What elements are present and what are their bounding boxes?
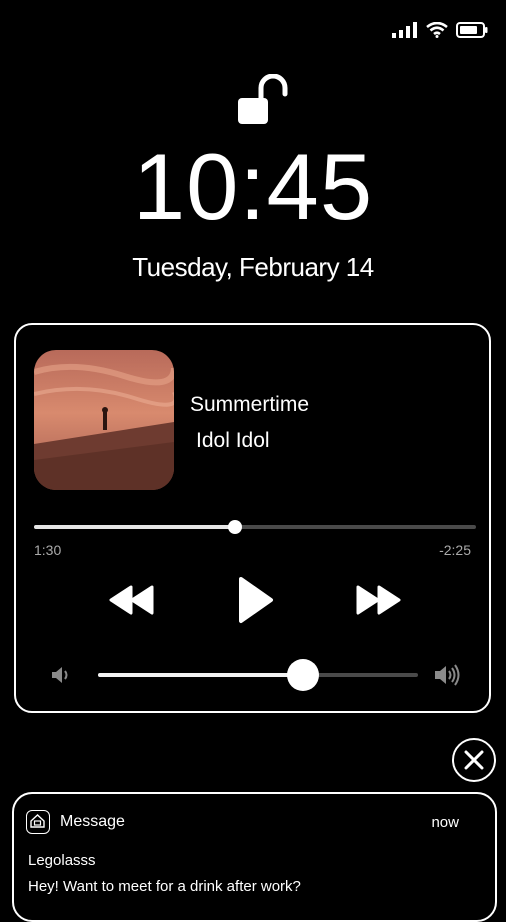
- volume-slider[interactable]: [98, 659, 418, 691]
- wifi-icon: [426, 22, 448, 38]
- play-button[interactable]: [236, 575, 276, 625]
- battery-icon: [456, 22, 488, 38]
- volume-low-icon: [52, 667, 68, 683]
- volume-high-icon: [435, 664, 460, 686]
- lock-screen-date: Tuesday, February 14: [132, 252, 374, 282]
- playback-controls: [16, 575, 489, 625]
- song-title: Summertime: [190, 393, 310, 416]
- message-notification[interactable]: Message now Legolasss Hey! Want to meet …: [12, 792, 497, 922]
- notification-message: Hey! Want to meet for a drink after work…: [28, 878, 301, 895]
- signal-icon: [392, 22, 417, 38]
- message-app-icon: [26, 810, 50, 834]
- playback-progress-fill: [34, 525, 236, 529]
- notification-app-name: Message: [60, 813, 125, 830]
- close-icon: [464, 750, 484, 770]
- playback-scrubber[interactable]: [34, 520, 476, 534]
- album-artwork[interactable]: [34, 350, 174, 490]
- unlocked-padlock-icon: [236, 73, 290, 131]
- remaining-time: -2:25: [439, 542, 471, 558]
- notification-sender: Legolasss: [28, 852, 96, 869]
- notification-time: now: [431, 814, 459, 831]
- status-bar: [392, 22, 488, 38]
- song-artist: Idol Idol: [196, 429, 270, 452]
- now-playing-widget: Summertime Idol Idol 1:30 -2:25: [14, 323, 491, 713]
- dismiss-notifications-button[interactable]: [452, 738, 496, 782]
- elapsed-time: 1:30: [34, 542, 62, 558]
- volume-slider-handle[interactable]: [286, 659, 319, 691]
- rewind-button[interactable]: [108, 583, 156, 617]
- volume-fill: [98, 673, 303, 677]
- playback-scrubber-handle[interactable]: [228, 520, 243, 534]
- fast-forward-button[interactable]: [354, 583, 402, 617]
- volume-row: [16, 659, 489, 691]
- lock-screen-time: 10:45: [132, 134, 374, 239]
